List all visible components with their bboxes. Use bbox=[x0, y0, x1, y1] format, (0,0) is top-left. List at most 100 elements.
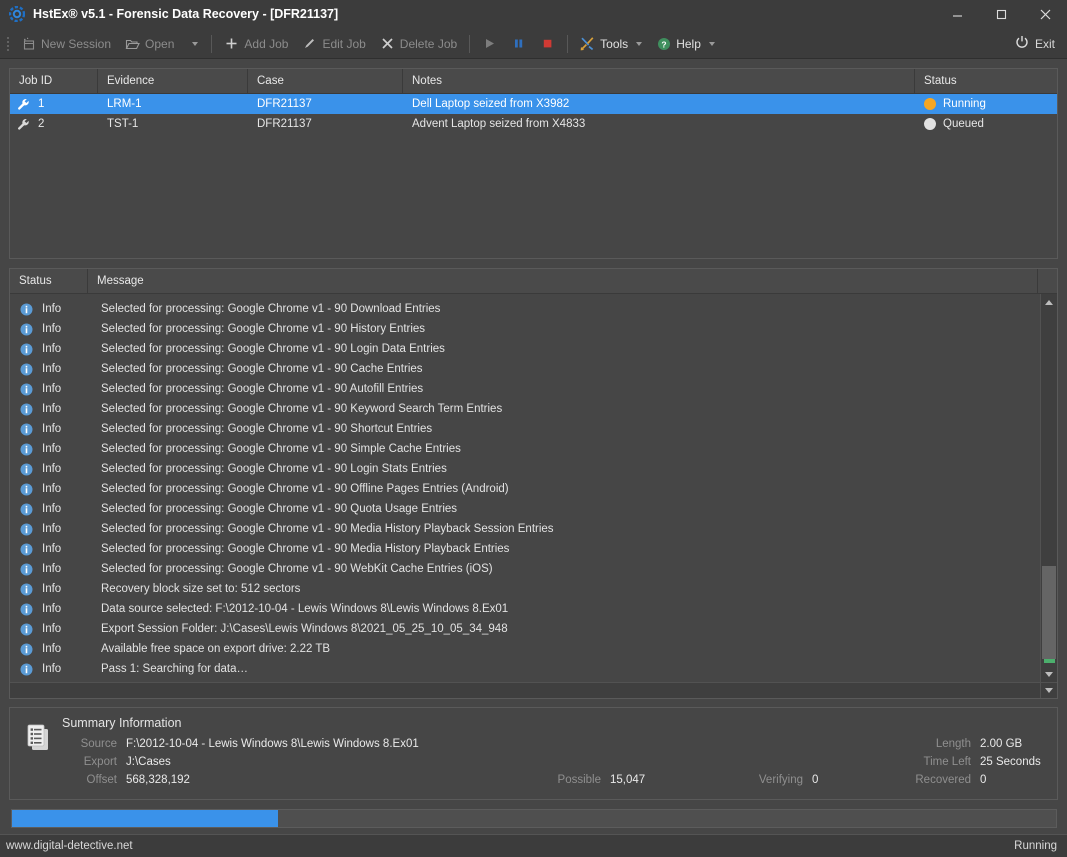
new-session-label: New Session bbox=[41, 36, 112, 51]
pause-button[interactable] bbox=[504, 32, 533, 56]
list-item[interactable]: Info Selected for processing: Google Chr… bbox=[10, 559, 1040, 579]
scroll-down-button[interactable] bbox=[1041, 666, 1057, 682]
status-bar: www.digital-detective.net Running bbox=[0, 834, 1067, 857]
info-icon bbox=[20, 343, 33, 356]
export-field: Export J:\Cases bbox=[60, 756, 530, 768]
website-label[interactable]: www.digital-detective.net bbox=[6, 840, 133, 852]
list-item[interactable]: Info Selected for processing: Google Chr… bbox=[10, 319, 1040, 339]
pencil-icon bbox=[302, 36, 317, 51]
log-status: Info bbox=[10, 523, 88, 536]
list-item[interactable]: Info Selected for processing: Google Chr… bbox=[10, 359, 1040, 379]
column-header-notes[interactable]: Notes bbox=[403, 69, 915, 93]
exit-button[interactable]: Exit bbox=[1015, 35, 1067, 52]
new-session-button[interactable]: New Session bbox=[14, 32, 118, 56]
scrollbar-thumb[interactable] bbox=[1042, 566, 1056, 659]
scrollbar-track[interactable] bbox=[10, 683, 1040, 698]
log-status: Info bbox=[10, 443, 88, 456]
list-item[interactable]: Info Recovery block size set to: 512 sec… bbox=[10, 579, 1040, 599]
svg-text:?: ? bbox=[661, 39, 666, 49]
table-row[interactable]: 1 LRM-1 DFR21137 Dell Laptop seized from… bbox=[10, 94, 1057, 114]
list-item[interactable]: Info Selected for processing: Google Chr… bbox=[10, 419, 1040, 439]
application-window: HstEx® v5.1 - Forensic Data Recovery - [… bbox=[0, 0, 1067, 857]
log-status-label: Info bbox=[42, 463, 62, 475]
column-header-status[interactable]: Status bbox=[915, 69, 1057, 93]
list-item[interactable]: Info Selected for processing: Google Chr… bbox=[10, 479, 1040, 499]
column-header-evidence[interactable]: Evidence bbox=[98, 69, 248, 93]
log-status: Info bbox=[10, 423, 88, 436]
list-item[interactable]: Info Data source selected: F:\2012-10-04… bbox=[10, 599, 1040, 619]
list-item[interactable]: Info Selected for processing: Google Chr… bbox=[10, 399, 1040, 419]
log-status: Info bbox=[10, 383, 88, 396]
list-item[interactable]: Info Selected for processing: Google Chr… bbox=[10, 339, 1040, 359]
list-item[interactable]: Info Selected for processing: Google Chr… bbox=[10, 519, 1040, 539]
log-status-label: Info bbox=[42, 363, 62, 375]
log-status-label: Info bbox=[42, 483, 62, 495]
new-session-icon bbox=[21, 36, 36, 51]
list-item[interactable]: Info Selected for processing: Google Chr… bbox=[10, 299, 1040, 319]
scroll-right-button[interactable] bbox=[1040, 683, 1057, 698]
source-field: Source F:\2012-10-04 - Lewis Windows 8\L… bbox=[60, 738, 530, 750]
possible-field: Possible 15,047 bbox=[530, 774, 730, 786]
title-bar: HstEx® v5.1 - Forensic Data Recovery - [… bbox=[0, 0, 1067, 29]
job-id-value: 1 bbox=[38, 98, 45, 110]
list-item[interactable]: Info Selected for processing: Google Chr… bbox=[10, 439, 1040, 459]
help-menu-button[interactable]: ? Help bbox=[649, 32, 722, 56]
chevron-down-icon bbox=[1045, 671, 1053, 677]
open-button[interactable]: Open bbox=[118, 32, 181, 56]
minimize-button[interactable] bbox=[935, 0, 979, 29]
log-status: Info bbox=[10, 363, 88, 376]
list-item[interactable]: Info Pass 1: Searching for data… bbox=[10, 659, 1040, 679]
status-state-label: Running bbox=[1014, 840, 1057, 852]
scroll-up-button[interactable] bbox=[1041, 294, 1057, 310]
tools-icon bbox=[580, 36, 595, 51]
job-notes-cell: Advent Laptop seized from X4833 bbox=[412, 118, 586, 130]
log-status: Info bbox=[10, 643, 88, 656]
help-icon: ? bbox=[656, 36, 671, 51]
log-vertical-scrollbar[interactable] bbox=[1040, 294, 1057, 682]
job-evidence-cell: TST-1 bbox=[107, 118, 139, 130]
log-status-label: Info bbox=[42, 343, 62, 355]
table-row[interactable]: 2 TST-1 DFR21137 Advent Laptop seized fr… bbox=[10, 114, 1057, 134]
list-item[interactable]: Info Available free space on export driv… bbox=[10, 639, 1040, 659]
list-item[interactable]: Info Selected for processing: Google Chr… bbox=[10, 459, 1040, 479]
toolbar-separator bbox=[211, 34, 213, 53]
scrollbar-track[interactable] bbox=[1041, 310, 1057, 666]
source-value: F:\2012-10-04 - Lewis Windows 8\Lewis Wi… bbox=[126, 738, 419, 750]
list-item[interactable]: Info Selected for processing: Google Chr… bbox=[10, 499, 1040, 519]
log-status: Info bbox=[10, 483, 88, 496]
list-item[interactable]: Info Selected for processing: Google Chr… bbox=[10, 379, 1040, 399]
tools-menu-button[interactable]: Tools bbox=[573, 32, 649, 56]
close-button[interactable] bbox=[1023, 0, 1067, 29]
toolbar-grip[interactable] bbox=[4, 35, 12, 53]
verifying-field: Verifying 0 bbox=[730, 774, 870, 786]
jobs-grid-header: Job ID Evidence Case Notes Status bbox=[10, 69, 1057, 94]
maximize-button[interactable] bbox=[979, 0, 1023, 29]
log-horizontal-scrollbar[interactable] bbox=[10, 682, 1057, 698]
stop-button[interactable] bbox=[533, 32, 562, 56]
column-header-log-status[interactable]: Status bbox=[10, 269, 88, 293]
list-item[interactable]: Info Export Session Folder: J:\Cases\Lew… bbox=[10, 619, 1040, 639]
status-badge bbox=[924, 98, 936, 110]
column-header-log-message[interactable]: Message bbox=[88, 269, 1038, 293]
info-icon bbox=[20, 543, 33, 556]
edit-job-button[interactable]: Edit Job bbox=[295, 32, 372, 56]
list-item[interactable]: Info Selected for processing: Google Chr… bbox=[10, 539, 1040, 559]
column-header-job-id[interactable]: Job ID bbox=[10, 69, 98, 93]
log-status: Info bbox=[10, 463, 88, 476]
document-list-icon bbox=[20, 716, 60, 793]
summary-panel: Summary Information Source F:\2012-10-04… bbox=[9, 707, 1058, 800]
open-dropdown-button[interactable] bbox=[181, 41, 206, 46]
info-icon bbox=[20, 323, 33, 336]
log-message: Selected for processing: Google Chrome v… bbox=[101, 563, 493, 575]
log-status-label: Info bbox=[42, 663, 62, 675]
add-job-button[interactable]: Add Job bbox=[217, 32, 295, 56]
delete-job-button[interactable]: Delete Job bbox=[373, 32, 464, 56]
info-icon bbox=[20, 423, 33, 436]
log-message: Selected for processing: Google Chrome v… bbox=[101, 303, 441, 315]
edit-job-label: Edit Job bbox=[322, 36, 366, 51]
column-header-case[interactable]: Case bbox=[248, 69, 403, 93]
play-button[interactable] bbox=[475, 32, 504, 56]
log-message: Selected for processing: Google Chrome v… bbox=[101, 543, 510, 555]
job-status-label: Queued bbox=[943, 118, 984, 130]
scrollbar-position-marker bbox=[1044, 659, 1055, 663]
